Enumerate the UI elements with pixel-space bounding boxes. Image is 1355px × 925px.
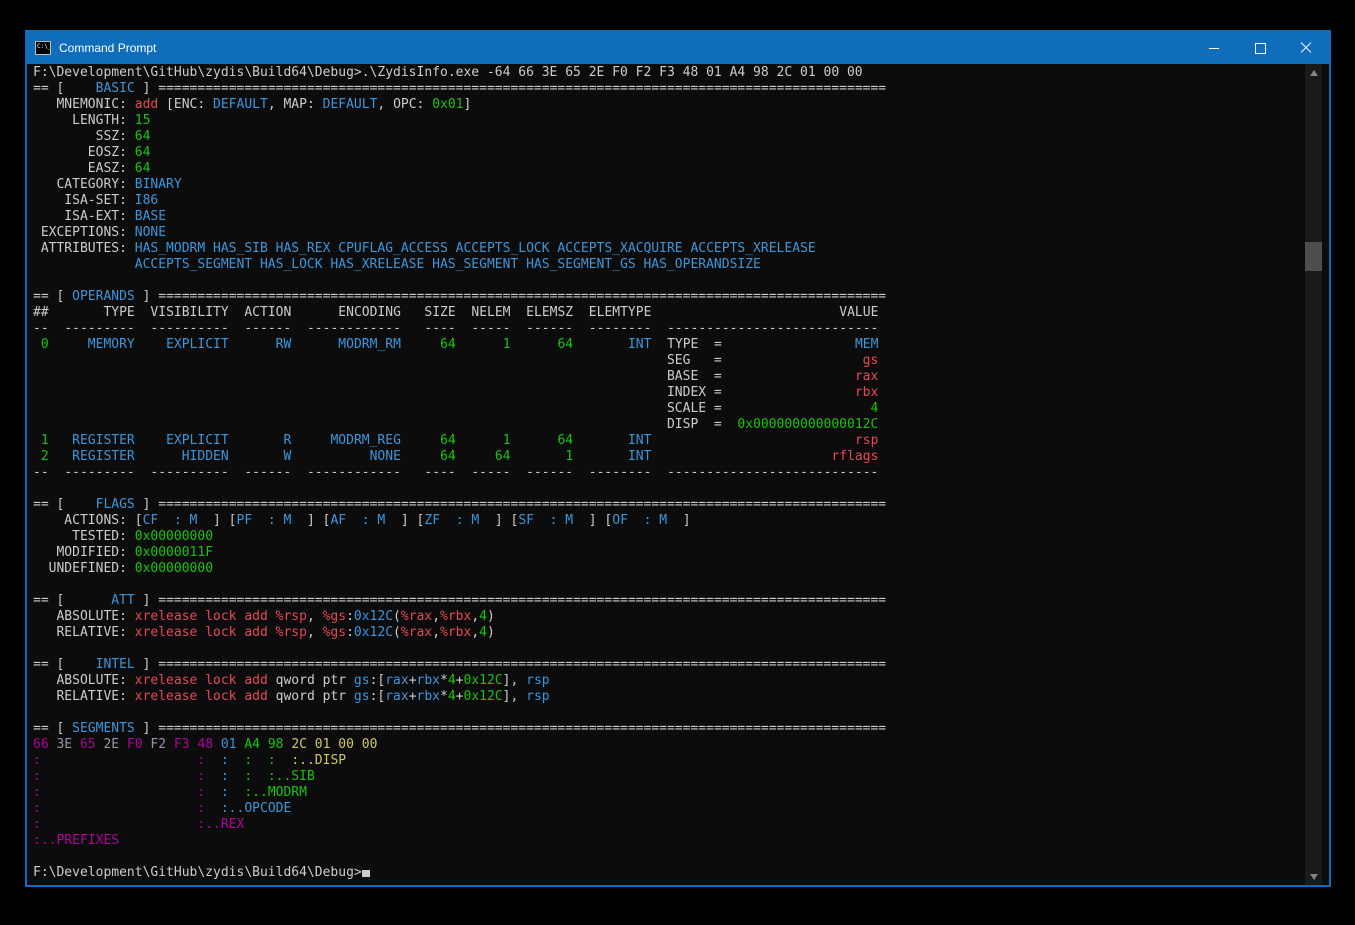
window-controls (1191, 32, 1329, 64)
console-line: :..PREFIXES (33, 833, 1329, 849)
console[interactable]: F:\Development\GitHub\zydis\Build64\Debu… (27, 64, 1329, 885)
console-line: CATEGORY: BINARY (33, 177, 1329, 193)
console-line: F:\Development\GitHub\zydis\Build64\Debu… (33, 65, 1329, 81)
console-output: F:\Development\GitHub\zydis\Build64\Debu… (27, 64, 1329, 881)
maximize-icon (1255, 43, 1266, 54)
close-button[interactable] (1283, 32, 1329, 64)
window-title: Command Prompt (59, 41, 156, 55)
console-line: ABSOLUTE: xrelease lock add qword ptr gs… (33, 673, 1329, 689)
console-line: RELATIVE: xrelease lock add %rsp, %gs:0x… (33, 625, 1329, 641)
titlebar-left: C:\_ Command Prompt (27, 41, 156, 55)
console-line: : : : : :..SIB (33, 769, 1329, 785)
console-line: SSZ: 64 (33, 129, 1329, 145)
console-line: SCALE = 4 (33, 401, 1329, 417)
scroll-up-icon (1310, 70, 1318, 76)
console-line: == [ INTEL ] ===========================… (33, 657, 1329, 673)
console-line: == [ ATT ] =============================… (33, 593, 1329, 609)
console-line: INDEX = rbx (33, 385, 1329, 401)
console-line: ACCEPTS_SEGMENT HAS_LOCK HAS_XRELEASE HA… (33, 257, 1329, 273)
console-line (33, 481, 1329, 497)
console-line: -- --------- ---------- ------ ---------… (33, 321, 1329, 337)
console-line: 0 MEMORY EXPLICIT RW MODRM_RM 64 1 64 IN… (33, 337, 1329, 353)
console-line (33, 641, 1329, 657)
minimize-icon (1209, 48, 1219, 49)
console-line: == [ BASIC ] ===========================… (33, 81, 1329, 97)
scroll-down-icon (1310, 874, 1318, 880)
console-line: ISA-EXT: BASE (33, 209, 1329, 225)
console-line: UNDEFINED: 0x00000000 (33, 561, 1329, 577)
console-line: 66 3E 65 2E F0 F2 F3 48 01 A4 98 2C 01 0… (33, 737, 1329, 753)
console-line: MODIFIED: 0x0000011F (33, 545, 1329, 561)
console-line: ABSOLUTE: xrelease lock add %rsp, %gs:0x… (33, 609, 1329, 625)
console-line (33, 705, 1329, 721)
minimize-button[interactable] (1191, 32, 1237, 64)
scrollbar[interactable] (1305, 64, 1322, 885)
scrollbar-up-button[interactable] (1305, 64, 1322, 81)
console-line: == [ FLAGS ] ===========================… (33, 497, 1329, 513)
console-line: MNEMONIC: add [ENC: DEFAULT, MAP: DEFAUL… (33, 97, 1329, 113)
console-line (33, 849, 1329, 865)
maximize-button[interactable] (1237, 32, 1283, 64)
text-cursor (362, 870, 370, 877)
console-line: -- --------- ---------- ------ ---------… (33, 465, 1329, 481)
console-line: ISA-SET: I86 (33, 193, 1329, 209)
console-line: == [ OPERANDS ] ========================… (33, 289, 1329, 305)
console-line (33, 273, 1329, 289)
console-line: EXCEPTIONS: NONE (33, 225, 1329, 241)
console-line (33, 577, 1329, 593)
command-prompt-window: C:\_ Command Prompt F:\Development\GitHu… (25, 30, 1331, 887)
console-line: 2 REGISTER HIDDEN W NONE 64 64 1 INT rfl… (33, 449, 1329, 465)
console-line: EASZ: 64 (33, 161, 1329, 177)
close-icon (1300, 42, 1312, 54)
console-line: == [ SEGMENTS ] ========================… (33, 721, 1329, 737)
console-line: TESTED: 0x00000000 (33, 529, 1329, 545)
console-line: DISP = 0x000000000000012C (33, 417, 1329, 433)
titlebar[interactable]: C:\_ Command Prompt (27, 32, 1329, 64)
scrollbar-down-button[interactable] (1305, 868, 1322, 885)
cmd-icon: C:\_ (35, 41, 51, 55)
console-line: : :..REX (33, 817, 1329, 833)
console-line: 1 REGISTER EXPLICIT R MODRM_REG 64 1 64 … (33, 433, 1329, 449)
console-line: SEG = gs (33, 353, 1329, 369)
cmd-icon-glyph: C:\_ (37, 43, 51, 50)
console-line: LENGTH: 15 (33, 113, 1329, 129)
console-line: F:\Development\GitHub\zydis\Build64\Debu… (33, 865, 1329, 881)
console-line: ATTRIBUTES: HAS_MODRM HAS_SIB HAS_REX CP… (33, 241, 1329, 257)
console-line: : : :..OPCODE (33, 801, 1329, 817)
console-line: : : : : : :..DISP (33, 753, 1329, 769)
scrollbar-thumb[interactable] (1305, 242, 1322, 271)
console-line: RELATIVE: xrelease lock add qword ptr gs… (33, 689, 1329, 705)
console-line: ACTIONS: [CF : M ] [PF : M ] [AF : M ] [… (33, 513, 1329, 529)
console-line: EOSZ: 64 (33, 145, 1329, 161)
console-line: ## TYPE VISIBILITY ACTION ENCODING SIZE … (33, 305, 1329, 321)
console-line: : : : :..MODRM (33, 785, 1329, 801)
console-line: BASE = rax (33, 369, 1329, 385)
